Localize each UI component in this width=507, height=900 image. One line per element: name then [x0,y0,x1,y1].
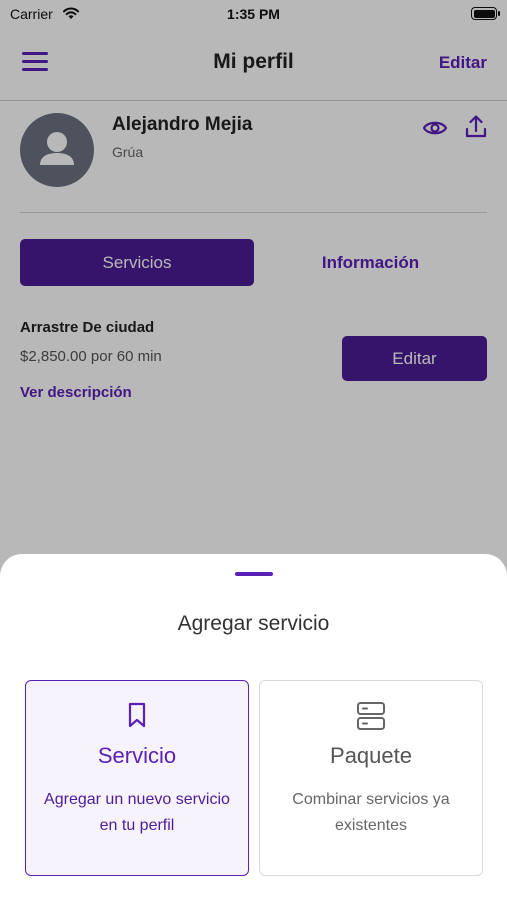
server-stack-icon [357,702,385,730]
option-card-package[interactable]: Paquete Combinar servicios ya existentes [259,680,483,876]
sheet-title: Agregar servicio [177,612,330,635]
bookmark-icon [128,702,146,728]
option-description: Agregar un nuevo servicio en tu perfil [44,791,230,834]
option-description: Combinar servicios ya existentes [292,791,450,834]
add-service-sheet: Agregar servicio Servicio Agregar un nue… [0,554,507,900]
option-title: Paquete [330,743,412,768]
profile-page: Carrier 1:35 PM Mi perfil Editar Alejand… [0,0,507,900]
sheet-drag-handle[interactable] [235,572,273,576]
option-card-service[interactable]: Servicio Agregar un nuevo servicio en tu… [25,680,249,876]
option-title: Servicio [97,743,177,768]
